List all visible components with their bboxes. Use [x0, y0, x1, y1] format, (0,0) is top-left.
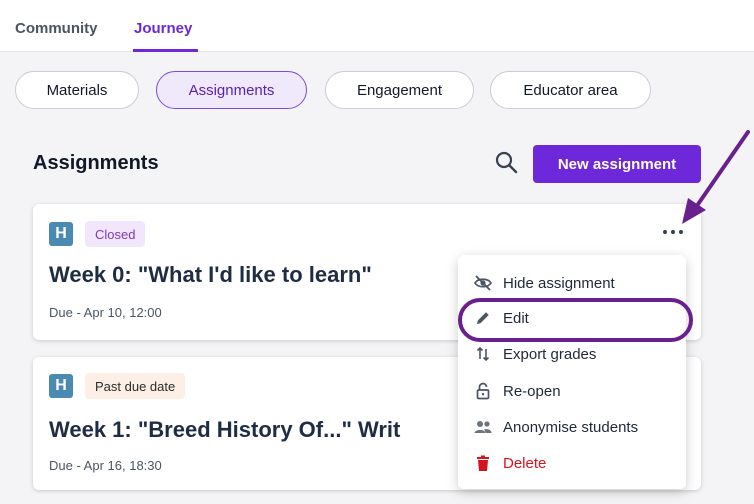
assignment-type-badge: H [49, 374, 73, 398]
assignment-options-menu: Hide assignment Edit Export grades Re-op… [458, 255, 686, 489]
active-tab-indicator [133, 49, 198, 52]
pill-assignments[interactable]: Assignments [156, 71, 307, 109]
search-icon [495, 151, 518, 174]
eye-off-icon [472, 272, 494, 294]
tab-journey[interactable]: Journey [134, 20, 192, 37]
menu-item-hide-assignment[interactable]: Hide assignment [458, 266, 686, 300]
menu-item-label: Export grades [503, 345, 597, 363]
menu-item-delete[interactable]: Delete [458, 446, 686, 480]
assignment-title[interactable]: Week 0: "What I'd like to learn" [49, 262, 372, 288]
trash-icon [472, 452, 494, 474]
dot-icon [663, 230, 667, 234]
menu-item-re-open[interactable]: Re-open [458, 374, 686, 408]
menu-item-export-grades[interactable]: Export grades [458, 337, 686, 371]
people-icon [472, 416, 494, 438]
due-date: Due - Apr 16, 18:30 [49, 458, 162, 473]
assignment-title[interactable]: Week 1: "Breed History Of..." Writ [49, 417, 400, 443]
search-button[interactable] [494, 150, 520, 176]
more-options-button[interactable] [663, 226, 683, 238]
menu-item-label: Delete [503, 454, 547, 472]
assignment-type-badge: H [49, 222, 73, 246]
menu-item-label: Hide assignment [503, 274, 615, 292]
menu-item-anonymise-students[interactable]: Anonymise students [458, 410, 686, 444]
pill-materials[interactable]: Materials [15, 71, 139, 109]
due-date: Due - Apr 10, 12:00 [49, 305, 162, 320]
pill-engagement[interactable]: Engagement [325, 71, 474, 109]
status-badge: Closed [85, 221, 146, 247]
sort-arrows-icon [472, 343, 494, 365]
pointer-arrow-icon [682, 130, 750, 224]
page-title: Assignments [33, 152, 159, 174]
dot-icon [679, 230, 683, 234]
unlock-icon [472, 380, 494, 402]
dot-icon [671, 230, 675, 234]
menu-item-label: Re-open [503, 382, 561, 400]
edit-highlight-outline [458, 298, 693, 342]
menu-item-label: Anonymise students [503, 418, 639, 436]
pill-educator-area[interactable]: Educator area [490, 71, 651, 109]
status-badge: Past due date [85, 373, 186, 399]
tab-community[interactable]: Community [15, 20, 98, 37]
top-navigation: Community Journey [0, 0, 754, 52]
